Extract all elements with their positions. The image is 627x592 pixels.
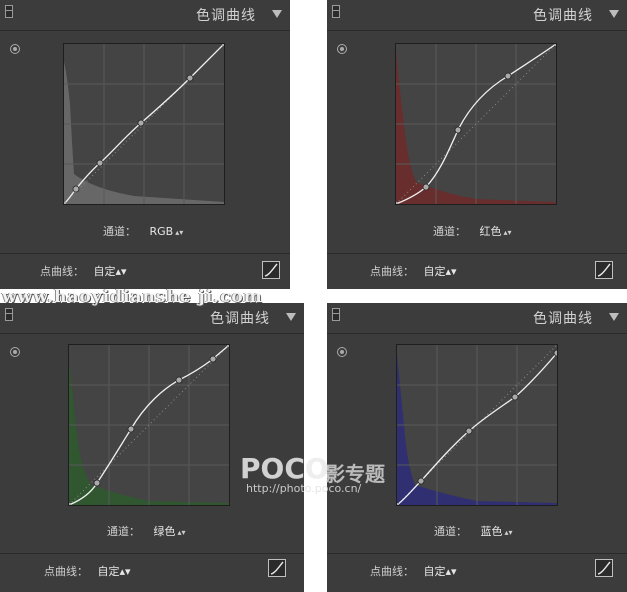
divider	[0, 553, 304, 554]
panel-header[interactable]: 色调曲线	[327, 0, 627, 31]
updown-arrows-icon: ▴▾	[177, 528, 186, 537]
triangle-down-icon[interactable]	[609, 313, 619, 321]
panel-title: 色调曲线	[196, 8, 256, 24]
target-adjust-icon[interactable]	[337, 347, 347, 357]
channel-select[interactable]: 绿色 ▴▾	[154, 525, 186, 538]
channel-select[interactable]: RGB ▴▾	[150, 225, 184, 238]
panel-title: 色调曲线	[210, 311, 270, 327]
curve-graph[interactable]	[396, 344, 558, 506]
point-curve-label: 点曲线：	[370, 265, 414, 278]
collapse-square-icon[interactable]	[332, 308, 340, 321]
updown-arrows-icon: ▴▾	[445, 565, 457, 578]
triangle-down-icon[interactable]	[272, 10, 282, 18]
collapse-square-icon[interactable]	[332, 5, 340, 18]
channel-row: 通道： RGB ▴▾	[103, 223, 183, 239]
panel-title: 色调曲线	[533, 311, 593, 327]
target-adjust-icon[interactable]	[10, 44, 20, 54]
panel-header[interactable]: 色调曲线	[327, 303, 627, 334]
watermark-brand: POCO	[240, 452, 329, 485]
watermark-url: www.haoyidianshe ji.com	[2, 287, 263, 307]
updown-arrows-icon: ▴▾	[445, 265, 457, 278]
edit-point-curve-icon[interactable]	[268, 559, 286, 577]
tone-curve-panel-rgb: 色调曲线 通道： RGB ▴▾ 点曲线： 自定▴▾	[0, 0, 290, 289]
point-curve-select[interactable]: 自定▴▾	[424, 265, 457, 278]
updown-arrows-icon: ▴▾	[175, 228, 184, 237]
curve-graph[interactable]	[68, 344, 230, 506]
triangle-down-icon[interactable]	[609, 10, 619, 18]
point-curve-select[interactable]: 自定▴▾	[424, 565, 457, 578]
collapse-square-icon[interactable]	[5, 5, 13, 18]
point-curve-select[interactable]: 自定▴▾	[98, 565, 131, 578]
triangle-down-icon[interactable]	[286, 313, 296, 321]
point-curve-label: 点曲线：	[44, 565, 88, 578]
updown-arrows-icon: ▴▾	[119, 565, 131, 578]
panel-title: 色调曲线	[533, 8, 593, 24]
divider	[327, 553, 627, 554]
channel-select[interactable]: 蓝色 ▴▾	[481, 525, 513, 538]
channel-row: 通道： 蓝色 ▴▾	[434, 523, 513, 539]
point-curve-select[interactable]: 自定▴▾	[94, 265, 127, 278]
tone-curve-panel-blue: 色调曲线 通道： 蓝色 ▴▾ 点曲线： 自定▴▾	[327, 303, 627, 592]
curve-graph[interactable]	[63, 43, 225, 205]
edit-point-curve-icon[interactable]	[595, 261, 613, 279]
target-adjust-icon[interactable]	[337, 44, 347, 54]
edit-point-curve-icon[interactable]	[595, 559, 613, 577]
updown-arrows-icon: ▴▾	[503, 228, 512, 237]
collapse-square-icon[interactable]	[5, 308, 13, 321]
point-curve-label: 点曲线：	[370, 565, 414, 578]
channel-label: 通道：	[434, 525, 467, 538]
point-curve-row: 点曲线： 自定▴▾	[370, 563, 457, 579]
point-curve-row: 点曲线： 自定▴▾	[40, 263, 127, 279]
updown-arrows-icon: ▴▾	[115, 265, 127, 278]
curve-graph[interactable]	[395, 43, 557, 205]
divider	[327, 253, 627, 254]
target-adjust-icon[interactable]	[10, 347, 20, 357]
channel-row: 通道： 绿色 ▴▾	[107, 523, 186, 539]
channel-label: 通道：	[107, 525, 140, 538]
channel-label: 通道：	[103, 225, 136, 238]
channel-row: 通道： 红色 ▴▾	[433, 223, 512, 239]
channel-select[interactable]: 红色 ▴▾	[480, 225, 512, 238]
edit-point-curve-icon[interactable]	[262, 261, 280, 279]
point-curve-label: 点曲线：	[40, 265, 84, 278]
watermark-brand-url: http://photo.poco.cn/	[246, 482, 362, 495]
point-curve-row: 点曲线： 自定▴▾	[44, 563, 131, 579]
tone-curve-panel-red: 色调曲线 通道： 红色 ▴▾ 点曲线： 自定▴▾	[327, 0, 627, 289]
divider	[0, 253, 290, 254]
panel-header[interactable]: 色调曲线	[0, 0, 290, 31]
updown-arrows-icon: ▴▾	[504, 528, 513, 537]
point-curve-row: 点曲线： 自定▴▾	[370, 263, 457, 279]
tone-curve-panel-green: 色调曲线 通道： 绿色 ▴▾ 点曲线： 自定▴▾	[0, 303, 304, 592]
panel-header[interactable]: 色调曲线	[0, 303, 304, 334]
channel-label: 通道：	[433, 225, 466, 238]
